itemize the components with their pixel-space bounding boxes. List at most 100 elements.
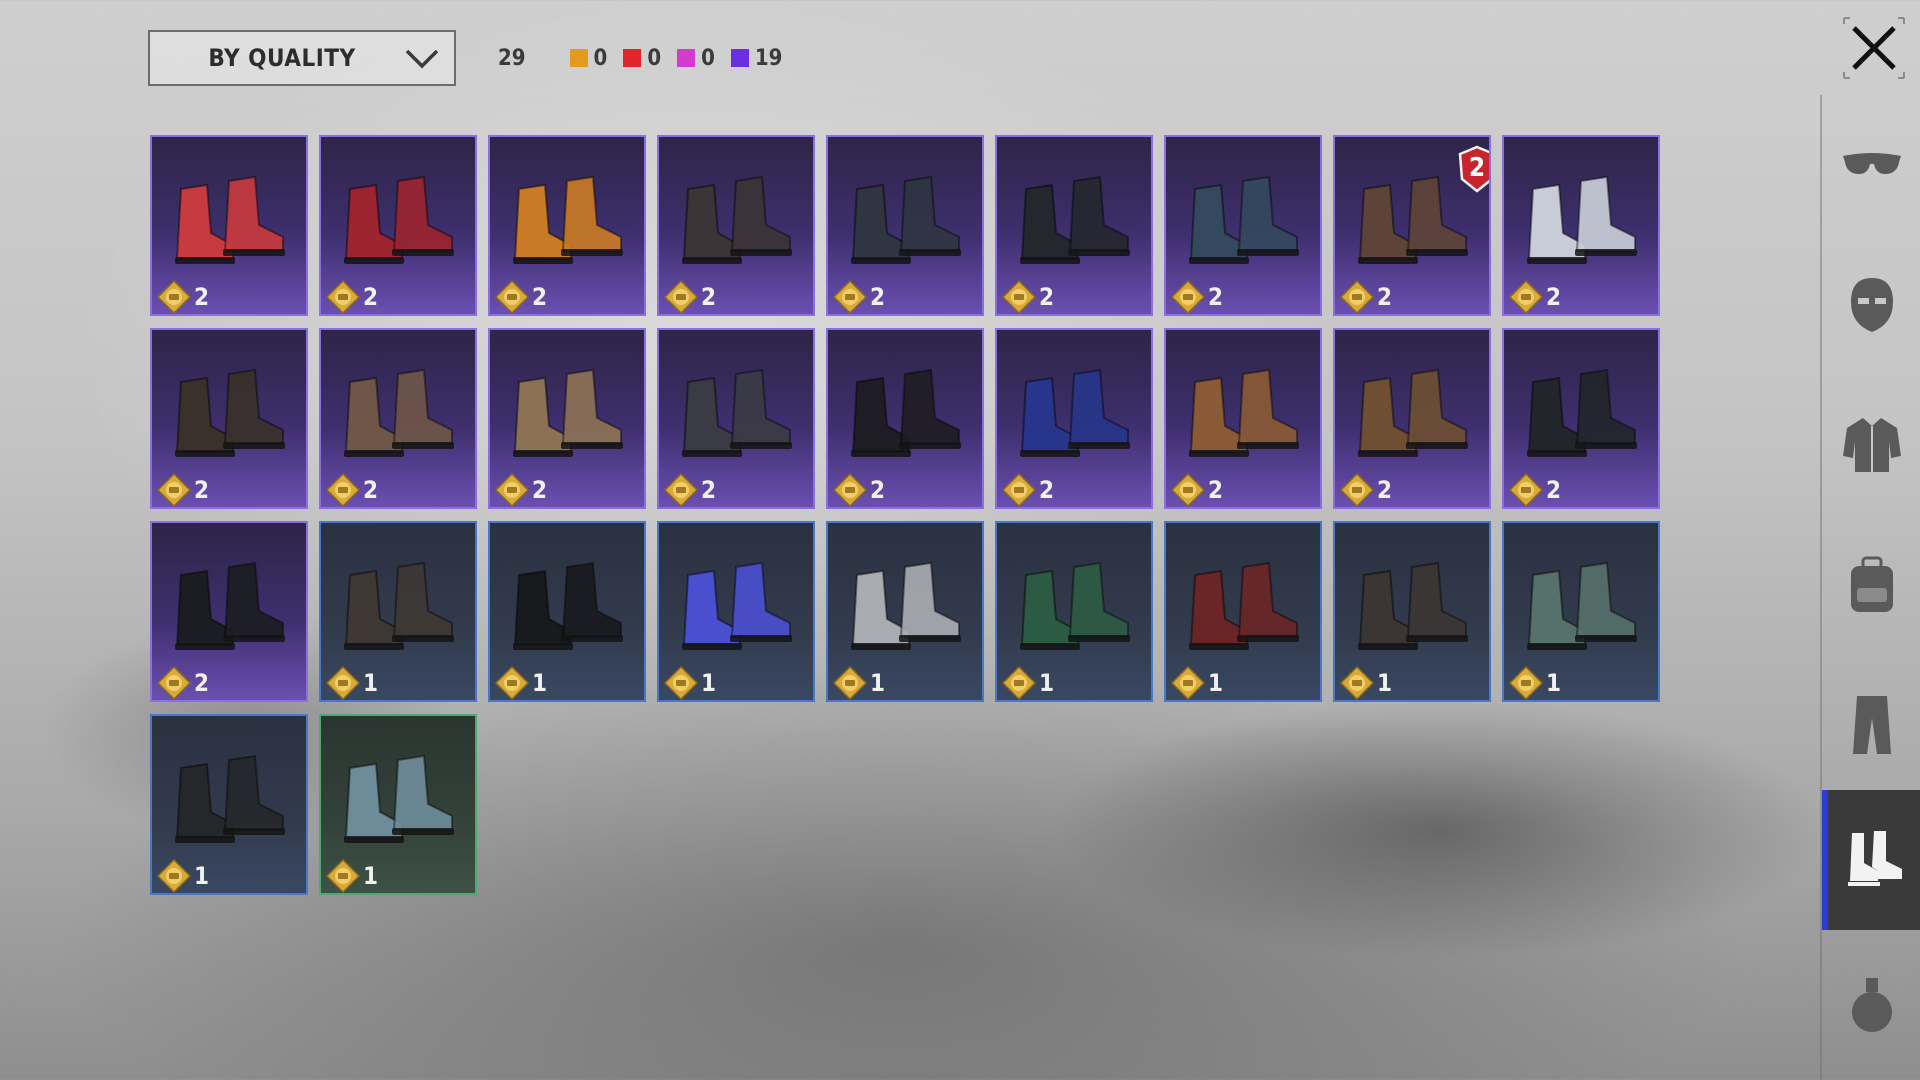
shoe-icon	[175, 754, 285, 843]
shoe-icon	[682, 175, 792, 264]
coin-count: 2	[1546, 283, 1562, 311]
inventory-item[interactable]: 2	[319, 328, 477, 509]
coin-count: 2	[1208, 283, 1224, 311]
shoe-icon	[344, 175, 454, 264]
quality-count-legendary: 0	[569, 46, 607, 71]
coin-count: 1	[363, 862, 379, 890]
grenade-icon	[1852, 978, 1892, 1032]
coin-icon	[1170, 279, 1206, 314]
shoe-icon	[513, 561, 623, 650]
shoe-icon	[1527, 175, 1637, 264]
inventory-item[interactable]: 2	[1333, 328, 1491, 509]
inventory-item[interactable]: 1	[826, 521, 984, 702]
coin-count: 2	[363, 476, 379, 504]
sort-dropdown-label: BY QUALITY	[208, 44, 356, 72]
coin-icon	[663, 665, 699, 700]
inventory-item[interactable]: 1	[319, 714, 477, 895]
coin-icon	[325, 665, 361, 700]
inventory-item[interactable]: 2	[1164, 135, 1322, 316]
inventory-item[interactable]: 1	[1164, 521, 1322, 702]
inventory-item[interactable]: 1	[319, 521, 477, 702]
sort-dropdown[interactable]: BY QUALITY	[148, 30, 456, 86]
shoe-icon	[851, 175, 961, 264]
inventory-item[interactable]: 1	[657, 521, 815, 702]
sidebar-item-backpack[interactable]	[1822, 515, 1920, 655]
quality-color-square	[677, 49, 696, 67]
inventory-item[interactable]: 2	[150, 135, 308, 316]
shoe-icon	[1189, 175, 1299, 264]
badge-count: 2	[1468, 153, 1486, 183]
mask-icon	[1851, 278, 1893, 332]
coin-count: 2	[532, 283, 548, 311]
coin-count: 1	[1208, 669, 1224, 697]
shoe-icon	[513, 175, 623, 264]
coin-count: 2	[1039, 283, 1055, 311]
coin-count: 2	[1039, 476, 1055, 504]
inventory-item[interactable]: 2	[150, 521, 308, 702]
inventory-item[interactable]: 2	[488, 328, 646, 509]
sidebar-item-pants[interactable]	[1822, 655, 1920, 795]
shoe-icon	[1020, 175, 1130, 264]
inventory-item[interactable]: 2	[488, 135, 646, 316]
inventory-item[interactable]: 2	[319, 135, 477, 316]
shoe-icon	[344, 561, 454, 650]
jacket-icon	[1843, 418, 1901, 472]
coin-count: 1	[1039, 669, 1055, 697]
shoe-icon	[1527, 368, 1637, 457]
coin-icon	[1339, 472, 1375, 507]
coin-count: 2	[1546, 476, 1562, 504]
inventory-item[interactable]: 1	[488, 521, 646, 702]
coin-count: 2	[1377, 476, 1393, 504]
inventory-item[interactable]: 1	[995, 521, 1153, 702]
inventory-item[interactable]: 2	[657, 328, 815, 509]
coin-count: 2	[870, 476, 886, 504]
inventory-item[interactable]: 2	[1164, 328, 1322, 509]
shoe-icon	[1358, 561, 1468, 650]
coin-count: 2	[870, 283, 886, 311]
coin-icon	[832, 665, 868, 700]
coin-count: 1	[532, 669, 548, 697]
coin-icon	[156, 472, 192, 507]
inventory-item[interactable]: 1	[1333, 521, 1491, 702]
sidebar-item-mask[interactable]	[1822, 235, 1920, 375]
coin-icon	[325, 279, 361, 314]
inventory-item[interactable]: 2	[826, 328, 984, 509]
shoe-icon	[344, 754, 454, 843]
inventory-item[interactable]: 1	[150, 714, 308, 895]
shoe-icon	[682, 561, 792, 650]
coin-icon	[663, 472, 699, 507]
sidebar-item-boots[interactable]	[1822, 790, 1920, 930]
sidebar-item-glasses[interactable]	[1822, 95, 1920, 235]
inventory-item[interactable]: 2	[1502, 328, 1660, 509]
category-sidebar	[1820, 95, 1920, 1080]
coin-count: 1	[1546, 669, 1562, 697]
coin-count: 1	[1377, 669, 1393, 697]
coin-count: 2	[701, 476, 717, 504]
inventory-item[interactable]: 2	[995, 328, 1153, 509]
inventory-item[interactable]: 1	[1502, 521, 1660, 702]
close-button[interactable]	[1840, 14, 1908, 82]
inventory-item[interactable]: 22	[1333, 135, 1491, 316]
inventory-item[interactable]: 2	[150, 328, 308, 509]
coin-icon	[494, 472, 530, 507]
shoe-icon	[1527, 561, 1637, 650]
inventory-item[interactable]: 2	[995, 135, 1153, 316]
shoe-icon	[1358, 368, 1468, 457]
coin-count: 2	[532, 476, 548, 504]
shoe-icon	[1189, 368, 1299, 457]
backpack-icon	[1851, 556, 1893, 612]
coin-icon	[1001, 472, 1037, 507]
duplicate-count-badge: 2	[1457, 145, 1489, 193]
sidebar-item-grenade[interactable]	[1822, 935, 1920, 1075]
coin-icon	[1001, 665, 1037, 700]
inventory-item[interactable]: 2	[826, 135, 984, 316]
inventory-item[interactable]: 2	[1502, 135, 1660, 316]
coin-icon	[156, 665, 192, 700]
shoe-icon	[682, 368, 792, 457]
coin-count: 1	[870, 669, 886, 697]
coin-icon	[325, 472, 361, 507]
shoe-icon	[851, 561, 961, 650]
quality-color-square	[623, 49, 642, 67]
sidebar-item-jacket[interactable]	[1822, 375, 1920, 515]
inventory-item[interactable]: 2	[657, 135, 815, 316]
